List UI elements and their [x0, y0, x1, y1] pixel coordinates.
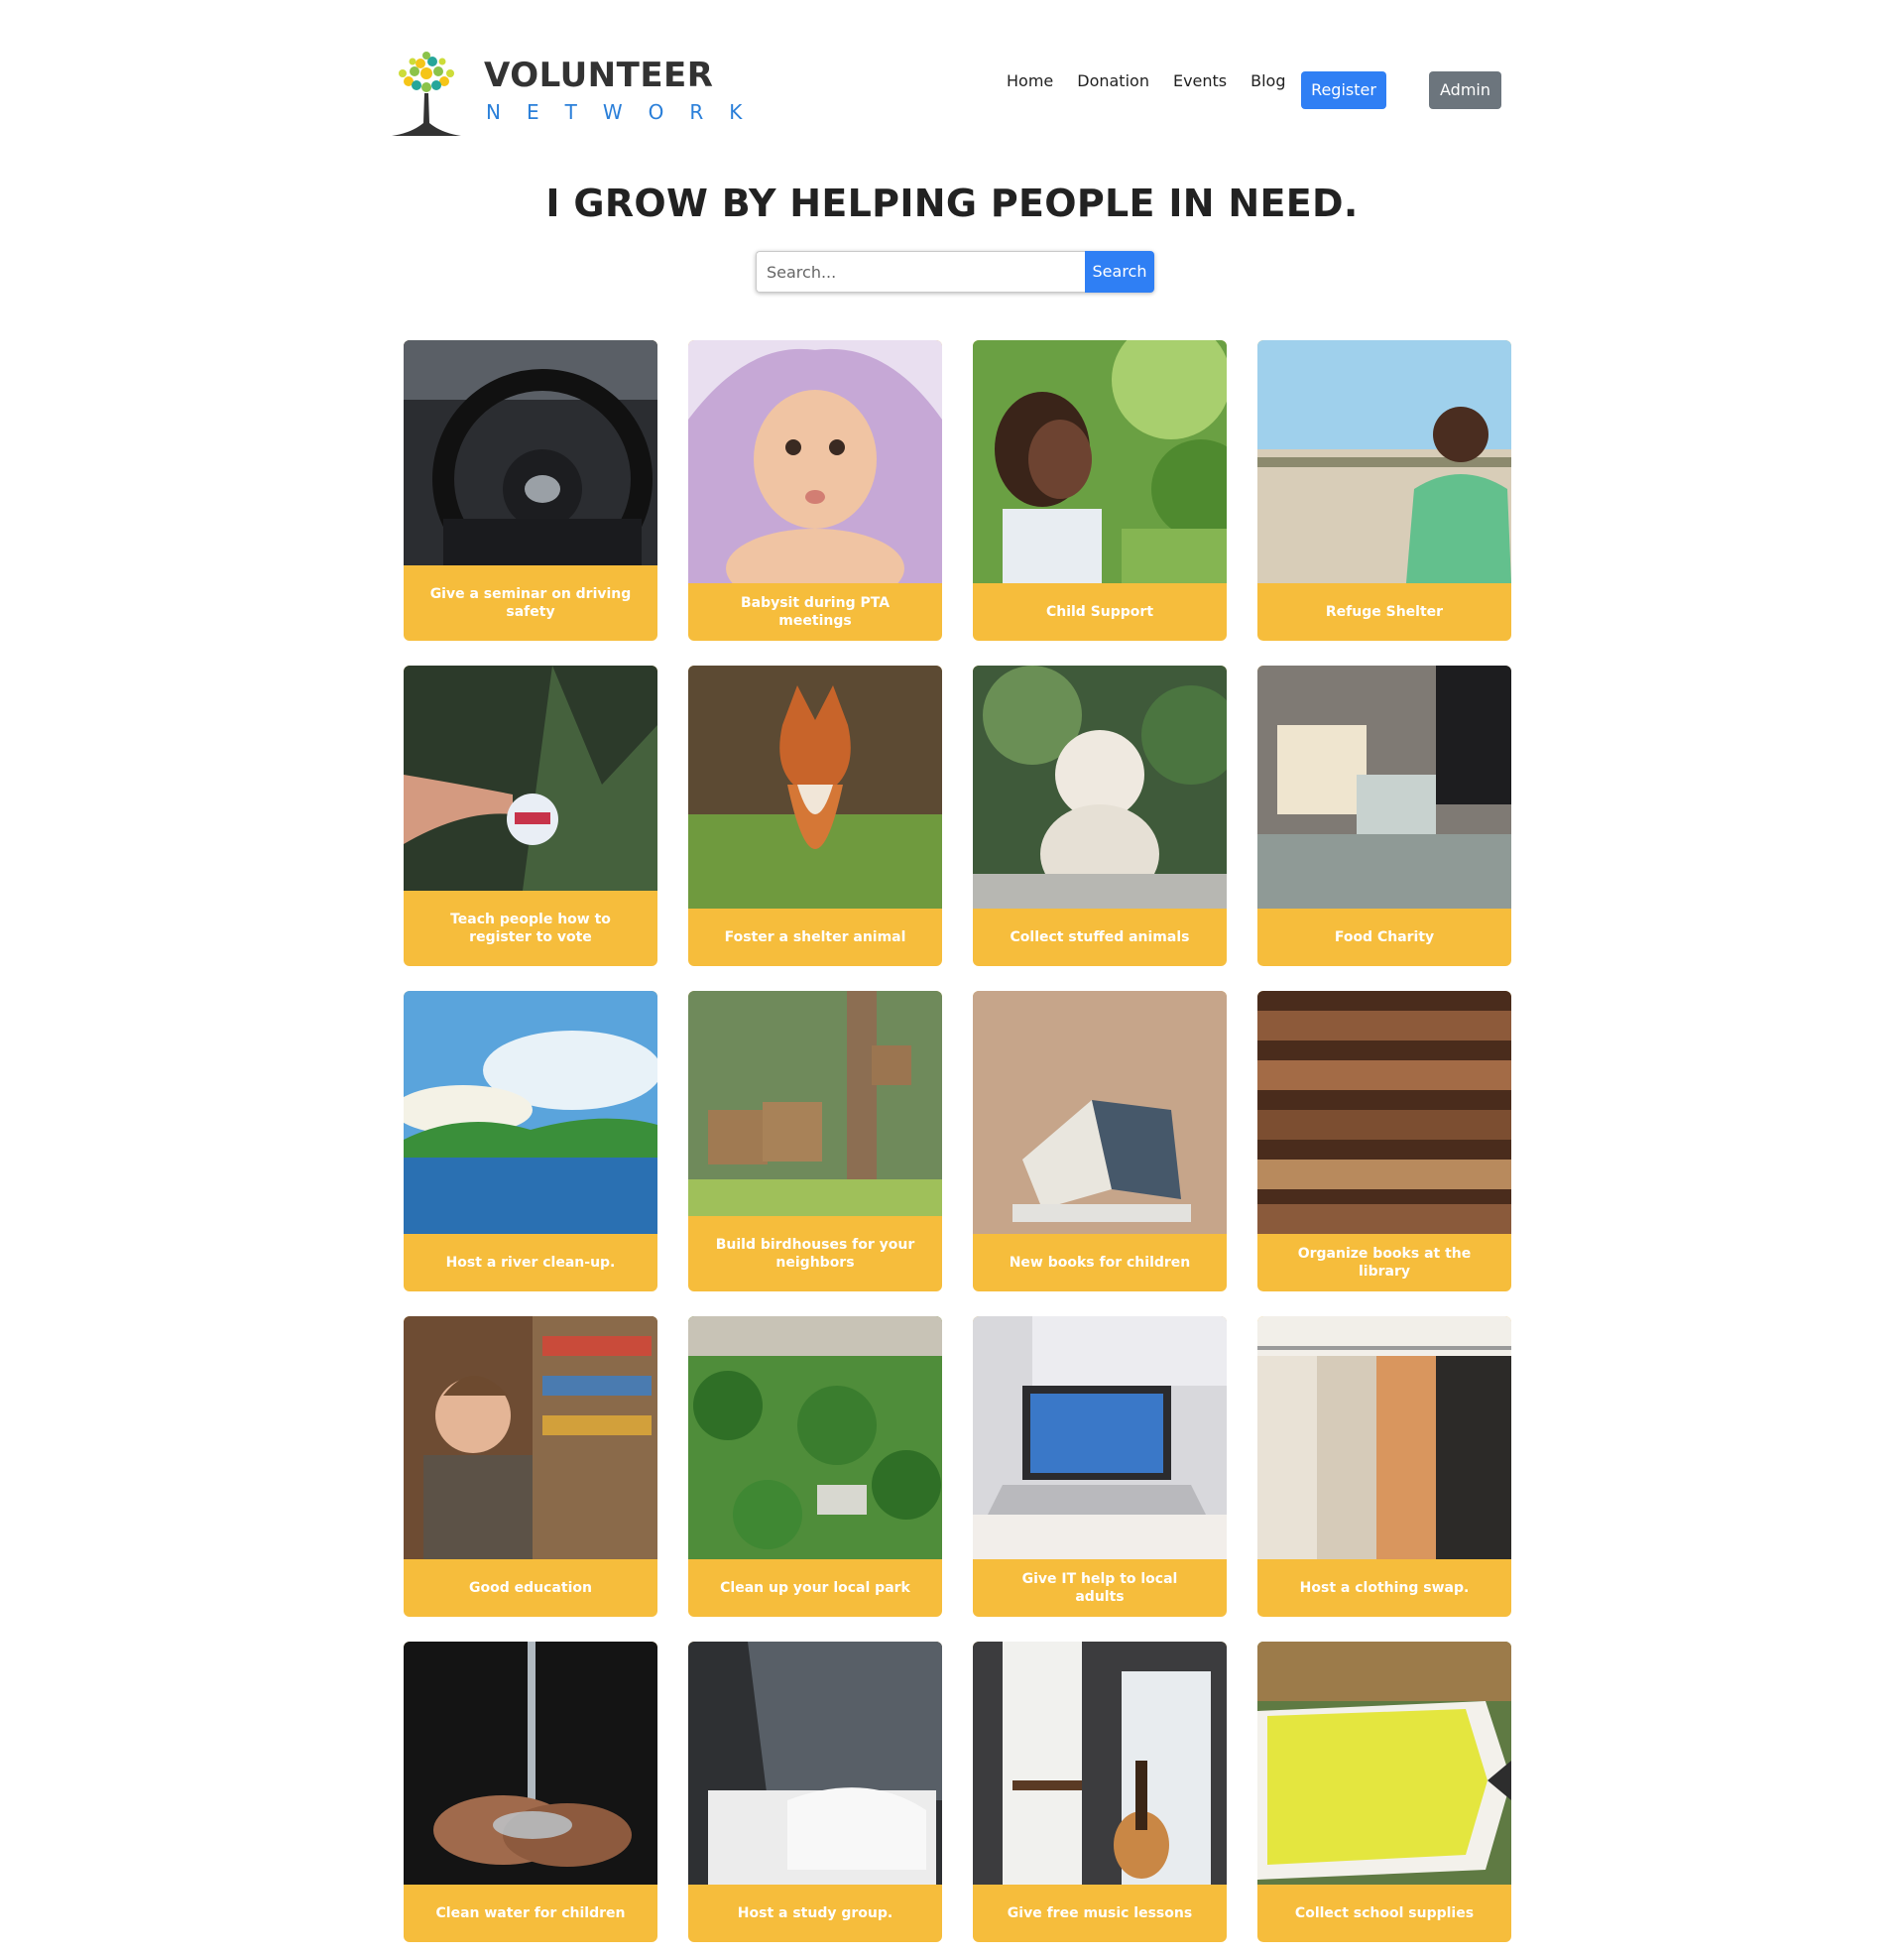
volunteer-card[interactable]: Babysit during PTA meetings	[688, 340, 942, 641]
card-title: Give a seminar on driving safety	[429, 586, 632, 620]
logo[interactable]: VOLUNTEER NETWORK	[387, 44, 742, 143]
volunteer-card[interactable]: Organize books at the library	[1257, 991, 1511, 1291]
volunteer-card[interactable]: Teach people how to register to vote	[404, 666, 657, 966]
volunteer-card[interactable]: Refuge Shelter	[1257, 340, 1511, 641]
card-image	[1257, 666, 1511, 909]
card-image	[973, 340, 1227, 583]
volunteer-card[interactable]: New books for children	[973, 991, 1227, 1291]
nav-donation-link[interactable]: Donation	[1077, 71, 1149, 90]
search-button[interactable]: Search	[1085, 251, 1154, 293]
card-title: Host a clothing swap.	[1299, 1580, 1470, 1596]
card-image	[688, 666, 942, 909]
card-title: New books for children	[1009, 1255, 1191, 1271]
card-image	[1257, 991, 1511, 1234]
volunteer-card[interactable]: Clean up your local park	[688, 1316, 942, 1617]
card-image	[688, 1316, 942, 1559]
nav-events-link[interactable]: Events	[1173, 71, 1227, 90]
card-image	[688, 1642, 942, 1885]
volunteer-card[interactable]: Foster a shelter animal	[688, 666, 942, 966]
nav-blog-link[interactable]: Blog	[1250, 71, 1285, 90]
volunteer-card[interactable]: Host a river clean-up.	[404, 991, 657, 1291]
card-title: Food Charity	[1334, 929, 1435, 945]
card-image	[973, 666, 1227, 909]
card-image	[404, 340, 657, 565]
volunteer-card[interactable]: Give a seminar on driving safety	[404, 340, 657, 641]
card-image	[404, 1316, 657, 1559]
hero-title: I GROW BY HELPING PEOPLE IN NEED.	[545, 182, 1359, 225]
card-image	[973, 1642, 1227, 1885]
card-image	[1257, 340, 1511, 583]
card-image	[1257, 1642, 1511, 1885]
card-image	[404, 991, 657, 1234]
card-title: Give IT help to local adults	[1021, 1571, 1178, 1605]
card-image	[404, 1642, 657, 1885]
volunteer-card[interactable]: Host a study group.	[688, 1642, 942, 1942]
card-title: Give free music lessons	[1007, 1905, 1193, 1921]
card-title: Child Support	[1045, 604, 1154, 620]
search-input[interactable]	[756, 251, 1085, 293]
card-title: Foster a shelter animal	[724, 929, 906, 945]
card-title: Build birdhouses for your neighbors	[715, 1237, 915, 1271]
register-button[interactable]: Register	[1301, 71, 1386, 109]
volunteer-card[interactable]: Host a clothing swap.	[1257, 1316, 1511, 1617]
card-image	[404, 666, 657, 891]
volunteer-card[interactable]: Build birdhouses for your neighbors	[688, 991, 942, 1291]
card-title: Babysit during PTA meetings	[740, 595, 891, 629]
logo-subtitle: NETWORK	[486, 100, 769, 124]
volunteer-card[interactable]: Collect school supplies	[1257, 1642, 1511, 1942]
card-image	[1257, 1316, 1511, 1559]
card-title: Refuge Shelter	[1325, 604, 1444, 620]
card-title: Host a study group.	[737, 1905, 893, 1921]
card-image	[688, 340, 942, 583]
card-image	[973, 1316, 1227, 1559]
admin-button[interactable]: Admin	[1429, 71, 1501, 109]
card-title: Good education	[469, 1580, 592, 1596]
volunteer-card[interactable]: Food Charity	[1257, 666, 1511, 966]
volunteer-card[interactable]: Give free music lessons	[973, 1642, 1227, 1942]
card-title: Clean up your local park	[720, 1580, 910, 1596]
tree-logo-icon	[392, 52, 461, 136]
card-title: Organize books at the library	[1297, 1246, 1472, 1280]
volunteer-card[interactable]: Give IT help to local adults	[973, 1316, 1227, 1617]
card-title: Collect stuffed animals	[1010, 929, 1190, 945]
site-header: VOLUNTEER NETWORK Home Donation Events B…	[387, 44, 1507, 143]
card-title: Teach people how to register to vote	[450, 912, 611, 945]
card-title: Collect school supplies	[1294, 1905, 1475, 1921]
volunteer-card[interactable]: Collect stuffed animals	[973, 666, 1227, 966]
card-image	[973, 991, 1227, 1234]
volunteer-card[interactable]: Child Support	[973, 340, 1227, 641]
card-image	[688, 991, 942, 1216]
nav-home-link[interactable]: Home	[1007, 71, 1053, 90]
card-title: Clean water for children	[435, 1905, 626, 1921]
search-bar: Search	[756, 251, 1154, 293]
card-title: Host a river clean-up.	[445, 1255, 616, 1271]
volunteer-card[interactable]: Clean water for children	[404, 1642, 657, 1942]
volunteer-card[interactable]: Good education	[404, 1316, 657, 1617]
main-nav: Home Donation Events Blog	[1007, 71, 1310, 90]
logo-wordmark: VOLUNTEER	[484, 56, 714, 95]
